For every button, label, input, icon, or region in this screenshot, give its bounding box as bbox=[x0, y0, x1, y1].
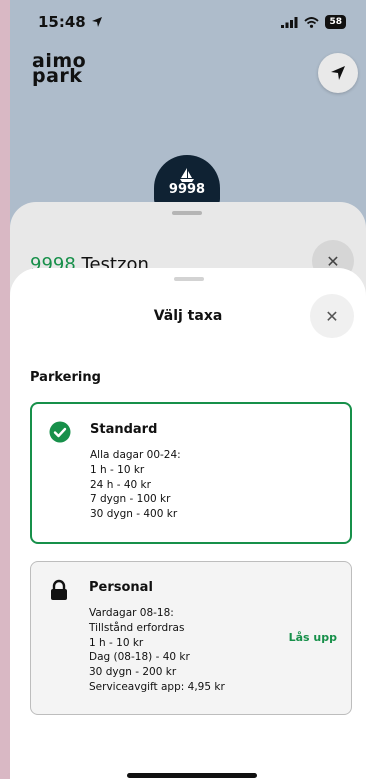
lock-icon bbox=[51, 579, 67, 600]
section-label-parking: Parkering bbox=[30, 370, 101, 385]
status-time: 15:48 bbox=[38, 13, 103, 31]
aimo-park-logo: aimo park bbox=[32, 50, 87, 87]
tariff-sheet-handle[interactable] bbox=[174, 277, 204, 281]
tariff-name: Personal bbox=[89, 580, 153, 595]
location-arrow-icon bbox=[91, 17, 102, 27]
locate-me-button[interactable] bbox=[318, 53, 358, 93]
home-indicator[interactable] bbox=[127, 773, 257, 778]
tariff-price-list: Vardagar 08-18: Tillstånd erfordras 1 h … bbox=[89, 607, 225, 693]
zone-sheet-handle[interactable] bbox=[172, 211, 202, 215]
tariff-name: Standard bbox=[90, 422, 158, 437]
tariff-option-standard[interactable]: Standard Alla dagar 00-24: 1 h - 10 kr 2… bbox=[30, 402, 352, 544]
status-bar: 15:48 58 bbox=[10, 0, 366, 44]
tariff-price-list: Alla dagar 00-24: 1 h - 10 kr 24 h - 40 … bbox=[90, 449, 181, 521]
tariff-sheet-close-button[interactable]: ✕ bbox=[310, 294, 354, 338]
close-icon: ✕ bbox=[325, 306, 339, 326]
zone-map-pin[interactable]: 9998 bbox=[154, 155, 220, 209]
wifi-icon bbox=[304, 16, 320, 28]
unlock-button[interactable]: Lås upp bbox=[289, 631, 337, 644]
tariff-sheet: Välj taxa ✕ Parkering Standard Alla daga… bbox=[10, 268, 366, 779]
navigation-arrow-icon bbox=[331, 66, 345, 80]
tariff-option-personal[interactable]: Personal Vardagar 08-18: Tillstånd erfor… bbox=[30, 561, 352, 715]
sailboat-icon bbox=[180, 167, 194, 182]
battery-indicator: 58 bbox=[325, 15, 346, 29]
signal-icon bbox=[281, 16, 298, 28]
phone-screen: 15:48 58 aimo park 9998 9998 Testzon ✕ V… bbox=[10, 0, 366, 779]
check-circle-icon bbox=[49, 421, 71, 443]
status-icons: 58 bbox=[281, 15, 346, 29]
